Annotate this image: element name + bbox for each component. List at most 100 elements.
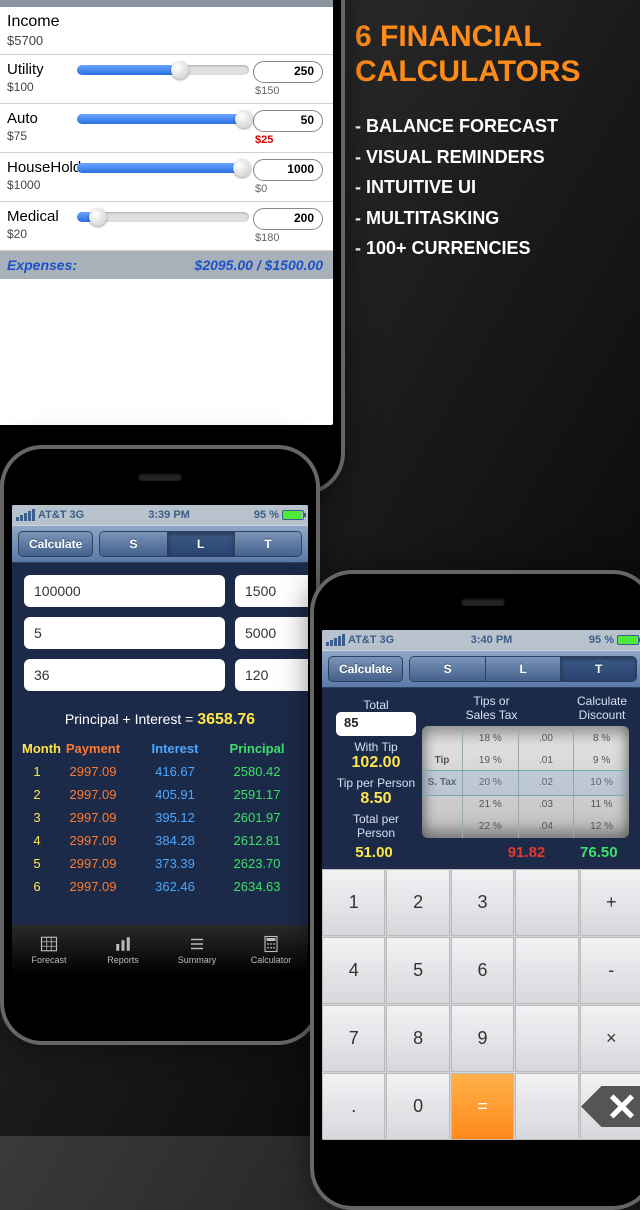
tab-forecast[interactable]: Forecast (12, 925, 86, 975)
status-time: 3:40 PM (471, 634, 513, 646)
category-value: $20 (7, 227, 73, 241)
category-name: Medical (7, 208, 73, 225)
tip-pp-value: 8.50 (336, 790, 416, 808)
marketing-panel: 6 FINANCIALCALCULATORS BALANCE FORECAST … (355, 20, 615, 264)
col-month: Month (22, 741, 52, 756)
with-tip-label: With Tip (336, 740, 416, 754)
key-backspace[interactable] (580, 1073, 640, 1140)
category-name: HouseHold (7, 159, 73, 176)
principal-interest-line: Principal + Interest = 3658.76 (12, 703, 308, 737)
loan-input[interactable] (235, 575, 308, 607)
remaining-value: $150 (253, 85, 323, 97)
discount-label: Calculate Discount (567, 694, 637, 722)
key-9[interactable]: 9 (451, 1005, 514, 1072)
key-2[interactable]: 2 (386, 869, 449, 936)
budget-slider[interactable] (77, 114, 249, 124)
budget-input[interactable]: 50 (253, 110, 323, 132)
amort-row: 12997.09416.672580.42 (22, 760, 298, 783)
key-blank (515, 1005, 578, 1072)
income-label: Income (7, 13, 323, 31)
loan-input[interactable] (24, 617, 225, 649)
col-payment: Payment (52, 741, 134, 756)
seg-s[interactable]: S (100, 532, 167, 556)
total-pp-value: 51.00 (330, 844, 418, 861)
key-4[interactable]: 4 (322, 937, 385, 1004)
budget-input[interactable]: 200 (253, 208, 323, 230)
calculate-button[interactable]: Calculate (328, 656, 403, 682)
key-8[interactable]: 8 (386, 1005, 449, 1072)
loan-input[interactable] (235, 617, 308, 649)
total-input[interactable]: 85 (336, 712, 416, 736)
total-label: Total (336, 698, 416, 712)
budget-row[interactable]: HouseHold$1000 1000$0 (0, 153, 333, 202)
key-blank (515, 937, 578, 1004)
key-6[interactable]: 6 (451, 937, 514, 1004)
category-value: $100 (7, 80, 73, 94)
bullet: INTUITIVE UI (355, 172, 615, 203)
phone-budget: Sheet Graph Budget Export Actual ◀ Dec 2… (0, 0, 345, 495)
remaining-value: $180 (253, 232, 323, 244)
battery-icon (617, 635, 639, 645)
seg-s[interactable]: S (410, 657, 486, 681)
status-bar: AT&T 3G 3:39 PM 95 % (12, 505, 308, 525)
tab-calculator[interactable]: Calculator (234, 925, 308, 975)
remaining-value: $0 (253, 183, 323, 195)
amort-row: 42997.09384.282612.81 (22, 829, 298, 852)
bullet: 100+ CURRENCIES (355, 233, 615, 264)
tab-summary[interactable]: Summary (160, 925, 234, 975)
expenses-label: Expenses: (7, 257, 77, 273)
remaining-value: $25 (253, 134, 323, 146)
category-name: Utility (7, 61, 73, 78)
budget-row[interactable]: Medical $20 200 $180 (0, 202, 333, 251)
seg-t[interactable]: T (235, 532, 301, 556)
budget-input[interactable]: 1000 (253, 159, 323, 181)
loan-input[interactable] (24, 659, 225, 691)
amort-row: 32997.09395.122601.97 (22, 806, 298, 829)
with-tip-value: 102.00 (336, 754, 416, 772)
key-.[interactable]: . (322, 1073, 385, 1140)
amort-row: 62997.09362.462634.63 (22, 875, 298, 898)
income-row[interactable]: Income $5700 (0, 7, 333, 55)
keypad: 123 +456- 789 ×.0= (322, 869, 640, 1140)
income-value: $5700 (7, 33, 323, 48)
loan-input[interactable] (235, 659, 308, 691)
budget-row[interactable]: Utility $100 250 $150 (0, 55, 333, 104)
budget-input[interactable]: 250 (253, 61, 323, 83)
tip-pp-label: Tip per Person (336, 776, 416, 790)
status-bar: AT&T 3G 3:40 PM 95 % (322, 630, 640, 650)
period-bar: Actual ◀ Dec 2010 ▶ Budget (0, 0, 333, 7)
budget-slider[interactable] (77, 65, 249, 75)
marketing-title: 6 FINANCIALCALCULATORS (355, 20, 615, 89)
expenses-summary: Expenses: $2095.00 / $1500.00 (0, 251, 333, 279)
tab-reports[interactable]: Reports (86, 925, 160, 975)
key-blank (515, 869, 578, 936)
tips-tax-label: Tips or Sales Tax (422, 694, 561, 722)
seg-l[interactable]: L (486, 657, 562, 681)
amort-row: 22997.09405.912591.17 (22, 783, 298, 806)
key-1[interactable]: 1 (322, 869, 385, 936)
category-name: Auto (7, 110, 73, 127)
seg-t[interactable]: T (561, 657, 636, 681)
key-0[interactable]: 0 (386, 1073, 449, 1140)
budget-slider[interactable] (77, 212, 249, 222)
key-5[interactable]: 5 (386, 937, 449, 1004)
calculate-button[interactable]: Calculate (18, 531, 93, 557)
key-+[interactable]: + (580, 869, 640, 936)
rate-picker[interactable]: TipS. Tax18 %19 %20 %21 %22 %.00.01.02.0… (422, 726, 629, 838)
loan-input[interactable] (24, 575, 225, 607)
budget-row[interactable]: Auto$75 50$25 (0, 104, 333, 153)
key-3[interactable]: 3 (451, 869, 514, 936)
key--[interactable]: - (580, 937, 640, 1004)
key-×[interactable]: × (580, 1005, 640, 1072)
key-blank (515, 1073, 578, 1140)
bullet: MULTITASKING (355, 203, 615, 234)
battery-icon (282, 510, 304, 520)
bullet: BALANCE FORECAST (355, 111, 615, 142)
key-7[interactable]: 7 (322, 1005, 385, 1072)
seg-l[interactable]: L (168, 532, 235, 556)
expenses-value: $2095.00 / $1500.00 (195, 257, 323, 273)
key-=[interactable]: = (451, 1073, 514, 1140)
phone-loan: AT&T 3G 3:39 PM 95 % Calculate S L T Pri… (0, 445, 320, 1045)
budget-slider[interactable] (77, 163, 249, 173)
marketing-bullets: BALANCE FORECAST VISUAL REMINDERS INTUIT… (355, 111, 615, 264)
